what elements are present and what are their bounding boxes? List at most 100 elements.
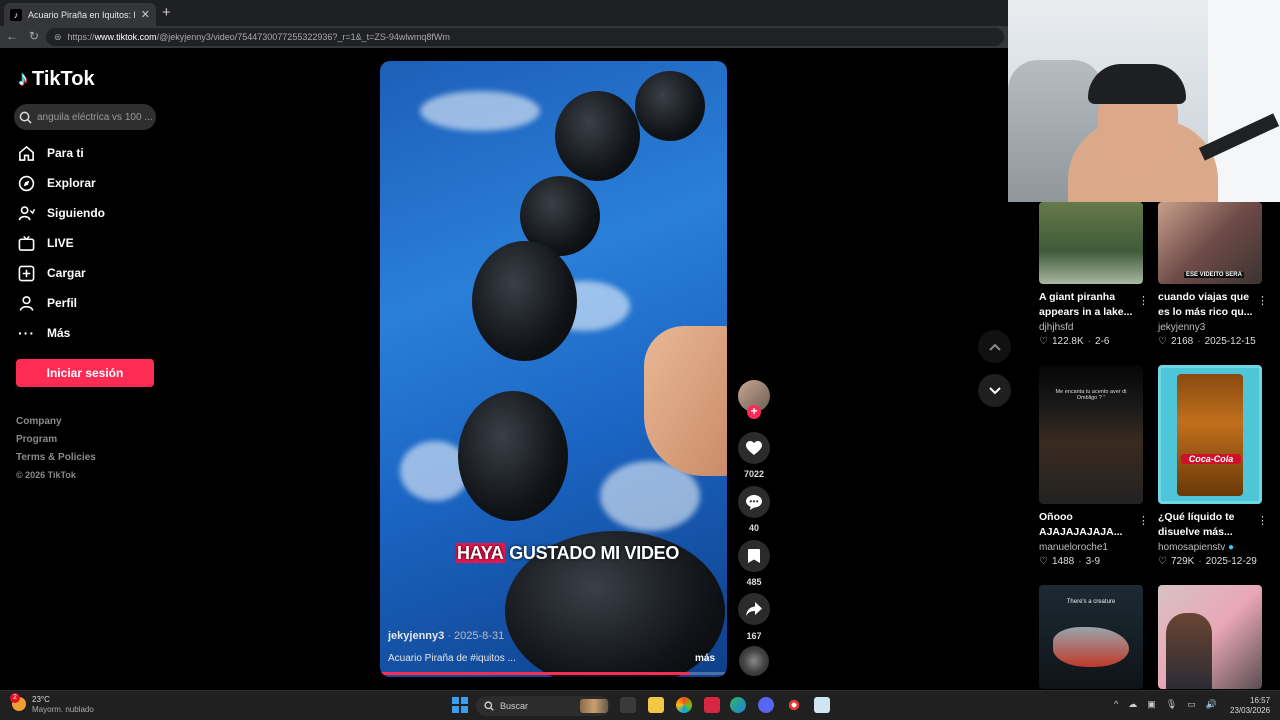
feed-author-name[interactable]: homosapienstv [1158,542,1225,553]
footer-link-company[interactable]: Company [16,416,62,427]
new-tab-button[interactable]: + [162,4,176,22]
feed-card[interactable]: A giant piranha appears in a lake... ⋮ dj… [1039,202,1149,347]
feed-thumbnail[interactable]: There's a creature [1039,585,1143,689]
like-button[interactable] [738,432,770,464]
nav-item-siguiendo[interactable]: Siguiendo [18,202,105,224]
feed-thumbnail[interactable]: Coca-Cola [1158,365,1262,504]
feed-title[interactable]: ¿Qué líquido te disuelve más... [1158,510,1262,540]
share-button[interactable] [738,593,770,625]
task-view-icon[interactable] [620,697,636,713]
comment-button[interactable] [738,486,770,518]
reload-icon[interactable]: ↻ [26,29,42,43]
mic-icon[interactable]: 🎙 [1166,699,1177,710]
site-info-icon[interactable]: ⊜ [54,32,62,43]
wps-office-icon[interactable] [704,697,720,713]
author-name[interactable]: jekyjenny3 [388,630,444,642]
cap-image [1088,64,1186,104]
search-input[interactable]: anguila eléctrica vs 100 ... [14,104,156,130]
nav-item-mas[interactable]: ··· Más [18,322,70,344]
more-vertical-icon[interactable]: ⋮ [1257,514,1268,527]
video-author[interactable]: jekyjenny3 · 2025-8-31 [388,630,504,642]
file-explorer-icon[interactable] [648,697,664,713]
feed-thumbnail[interactable]: Me encanta tu acento aver di Ombligo ? " [1039,365,1143,504]
video-progress-bar[interactable] [380,672,727,675]
chevron-up-icon[interactable]: ^ [1114,699,1118,710]
browser-tab[interactable]: ♪ Acuario Piraña en Iquitos: Explora ✕ [4,3,156,26]
feed-likes: 729K [1170,556,1195,567]
feed-card[interactable]: Coca-Cola ¿Qué líquido te disuelve más..… [1158,365,1268,567]
clock[interactable]: 16:57 23/03/2026 [1230,696,1270,716]
nav-label: Explorar [47,176,96,190]
next-video-button[interactable] [978,374,1011,407]
footer-copyright: © 2026 TikTok [16,470,76,480]
back-arrow-icon[interactable]: ← [4,29,20,43]
thumb-text: Coca-Cola [1181,454,1241,464]
nav-item-para-ti[interactable]: Para ti [18,142,84,164]
feed-title[interactable]: cuando viajas que es lo más rico qu... [1158,290,1262,320]
login-button[interactable]: Iniciar sesión [16,359,154,387]
footer-link-terms[interactable]: Terms & Policies [16,452,96,463]
system-tray[interactable]: ^ ☁ ▣ 🎙 ▭ 🔊 [1114,699,1217,710]
copilot-icon[interactable] [676,697,692,713]
search-highlight-image [580,699,608,713]
prev-video-button[interactable] [978,330,1011,363]
discord-icon[interactable] [758,697,774,713]
music-disc[interactable] [739,646,769,676]
edge-browser-icon[interactable] [730,697,746,713]
footer-link-program[interactable]: Program [16,434,57,445]
feed-likes: 122.8K [1051,336,1084,347]
windows-start-icon[interactable] [452,697,468,713]
nav-label: Siguiendo [47,206,105,220]
nav-item-explorar[interactable]: Explorar [18,172,96,194]
feed-likes: 2168 [1170,336,1194,347]
feed-title[interactable]: A giant piranha appears in a lake... [1039,290,1143,320]
feed-author[interactable]: homosapienstv ● [1158,542,1262,553]
feed-thumbnail[interactable] [1158,585,1262,689]
more-vertical-icon[interactable]: ⋮ [1138,514,1149,527]
notepad-icon[interactable] [814,697,830,713]
feed-thumbnail[interactable] [1039,202,1143,284]
taskbar-search[interactable]: Buscar [476,696,610,716]
url-host: www.tiktok.com [94,32,157,42]
turtle-image [555,91,640,181]
more-vertical-icon[interactable]: ⋮ [1138,294,1149,307]
display-icon[interactable]: ▭ [1187,699,1196,710]
feed-card[interactable]: Me encanta tu acento aver di Ombligo ? "… [1039,365,1149,567]
tiktok-logo[interactable]: ♪ TikTok [18,68,95,91]
url-field[interactable]: ⊜ https://www.tiktok.com/@jekyjenny3/vid… [46,28,1004,46]
nav-item-live[interactable]: LIVE [18,232,74,254]
more-vertical-icon[interactable]: ⋮ [1257,294,1268,307]
feed-author[interactable]: jekyjenny3 [1158,322,1262,333]
caption-highlight: HAYA [456,543,505,563]
feed-card[interactable] [1158,585,1262,689]
nav-label: Más [47,326,71,340]
volume-icon[interactable]: 🔊 [1206,699,1217,710]
onedrive-icon[interactable]: ☁ [1128,699,1137,710]
feed-thumbnail[interactable]: ESE VIDEITO SERA [1158,202,1262,284]
feed-author[interactable]: djhjhsfd [1039,322,1143,333]
webcam-overlay [1008,0,1280,202]
nav-item-perfil[interactable]: Perfil [18,292,77,314]
video-player[interactable]: HAYA GUSTADO MI VIDEO jekyjenny3 · 2025-… [380,61,727,677]
feed-card[interactable]: There's a creature [1039,585,1143,689]
obs-icon[interactable] [786,697,802,713]
save-button[interactable] [738,540,770,572]
weather-widget[interactable]: 2 23°C Mayorm. nublado [10,693,94,715]
bookmark-icon [748,549,760,563]
heart-outline-icon: ♡ [1158,336,1167,347]
feed-card[interactable]: ESE VIDEITO SERA cuando viajas que es lo… [1158,202,1268,347]
heart-outline-icon: ♡ [1039,336,1048,347]
security-icon[interactable]: ▣ [1147,699,1156,710]
feed-author[interactable]: manueloroche1 [1039,542,1143,553]
video-date: · 2025-8-31 [444,630,505,642]
nav-item-cargar[interactable]: Cargar [18,262,86,284]
heart-icon [746,440,762,455]
nav-label: Cargar [47,266,86,280]
nav-label: Para ti [47,146,84,160]
follow-plus-button[interactable]: + [747,405,761,419]
close-tab-icon[interactable]: ✕ [141,8,150,21]
feed-likes: 1488 [1051,556,1075,567]
more-link[interactable]: más [695,653,715,664]
feed-title[interactable]: Oñooo AJAJAJAJAJA... [1039,510,1143,540]
search-icon [484,701,494,711]
